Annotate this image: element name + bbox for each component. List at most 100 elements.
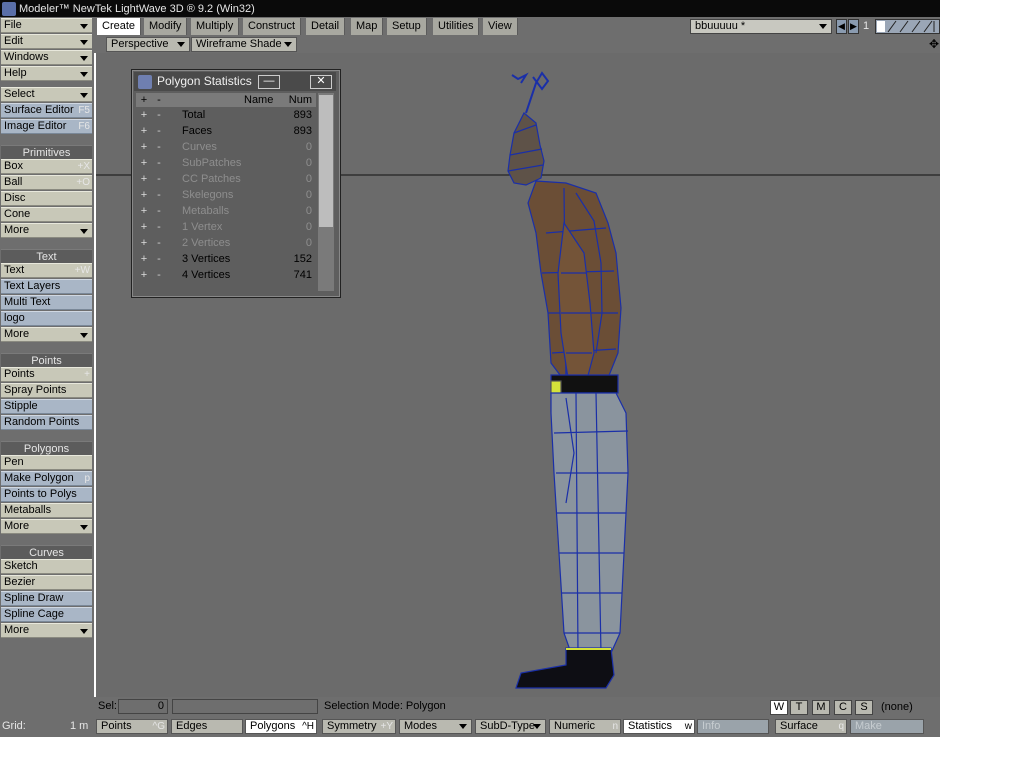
- edit-menu[interactable]: Edit: [1, 34, 92, 49]
- remove-selection-button[interactable]: -: [154, 235, 164, 251]
- primitives-more-menu[interactable]: More: [1, 223, 92, 238]
- tab-utilities[interactable]: Utilities: [433, 18, 480, 35]
- ball-tool-button[interactable]: Ball +O: [1, 175, 92, 190]
- object-select[interactable]: bbuuuuu *: [690, 19, 832, 34]
- add-selection-button[interactable]: +: [138, 203, 150, 219]
- cone-tool-button[interactable]: Cone: [1, 207, 92, 222]
- polygons-mode-button[interactable]: Polygons ^H: [245, 719, 317, 734]
- tab-multiply[interactable]: Multiply: [191, 18, 240, 35]
- remove-selection-button[interactable]: -: [154, 187, 164, 203]
- spline-cage-button[interactable]: Spline Cage: [1, 607, 92, 622]
- add-selection-button[interactable]: +: [138, 251, 150, 267]
- add-selection-button[interactable]: +: [138, 123, 150, 139]
- random-points-button[interactable]: Random Points: [1, 415, 92, 430]
- wtmcs-s-button[interactable]: S: [855, 700, 873, 715]
- select-menu[interactable]: Select: [1, 87, 92, 102]
- statistics-button[interactable]: Statistics w: [623, 719, 695, 734]
- primitives-header: Primitives: [1, 145, 92, 160]
- image-editor-button[interactable]: Image Editor F6: [1, 119, 92, 134]
- prev-layer-icon[interactable]: ◀: [836, 19, 847, 34]
- spray-points-button[interactable]: Spray Points: [1, 383, 92, 398]
- text-more-menu[interactable]: More: [1, 327, 92, 342]
- wtmcs-m-button[interactable]: M: [812, 700, 830, 715]
- remove-selection-button[interactable]: -: [154, 123, 164, 139]
- remove-selection-button[interactable]: -: [154, 219, 164, 235]
- remove-selection-button[interactable]: -: [154, 107, 164, 123]
- metaballs-button[interactable]: Metaballs: [1, 503, 92, 518]
- polygons-more-menu[interactable]: More: [1, 519, 92, 534]
- points-tool-button[interactable]: Points +: [1, 367, 92, 382]
- deselect-all-minus[interactable]: -: [154, 93, 164, 107]
- add-selection-button[interactable]: +: [138, 107, 150, 123]
- select-all-plus[interactable]: +: [138, 93, 150, 107]
- info-button[interactable]: Info: [697, 719, 769, 734]
- add-selection-button[interactable]: +: [138, 219, 150, 235]
- remove-selection-button[interactable]: -: [154, 251, 164, 267]
- chevron-down-icon: [80, 333, 88, 338]
- multi-text-button[interactable]: Multi Text: [1, 295, 92, 310]
- tab-setup[interactable]: Setup: [387, 18, 427, 35]
- remove-selection-button[interactable]: -: [154, 171, 164, 187]
- model-body: [507, 71, 629, 689]
- text-tool-button[interactable]: Text +W: [1, 263, 92, 278]
- tab-detail[interactable]: Detail: [306, 18, 346, 35]
- numeric-button[interactable]: Numeric n: [549, 719, 621, 734]
- tab-map[interactable]: Map: [351, 18, 384, 35]
- add-selection-button[interactable]: +: [138, 267, 150, 283]
- points-to-polys-button[interactable]: Points to Polys: [1, 487, 92, 502]
- close-icon[interactable]: ✕: [310, 75, 332, 89]
- layer-bank[interactable]: [875, 19, 940, 34]
- help-menu[interactable]: Help: [1, 66, 92, 81]
- minimize-icon[interactable]: —: [258, 75, 280, 89]
- file-menu[interactable]: File: [1, 18, 92, 33]
- text-layers-button[interactable]: Text Layers: [1, 279, 92, 294]
- symmetry-button[interactable]: Symmetry +Y: [322, 719, 396, 734]
- sketch-tool-button[interactable]: Sketch: [1, 559, 92, 574]
- wtmcs-w-button[interactable]: W: [770, 700, 788, 715]
- bezier-tool-button[interactable]: Bezier: [1, 575, 92, 590]
- add-selection-button[interactable]: +: [138, 235, 150, 251]
- add-selection-button[interactable]: +: [138, 155, 150, 171]
- next-layer-icon[interactable]: ▶: [848, 19, 859, 34]
- shading-select[interactable]: Wireframe Shade: [191, 37, 297, 52]
- add-selection-button[interactable]: +: [138, 139, 150, 155]
- name-column-header: Name: [244, 94, 274, 106]
- panel-title-bar[interactable]: Polygon Statistics — ✕: [134, 72, 336, 91]
- surface-editor-button[interactable]: Surface Editor F5: [1, 103, 92, 118]
- modes-dropdown[interactable]: Modes: [399, 719, 472, 734]
- make-button[interactable]: Make: [850, 719, 924, 734]
- logo-button[interactable]: logo: [1, 311, 92, 326]
- surface-button[interactable]: Surface q: [775, 719, 847, 734]
- polygon-statistics-panel[interactable]: Polygon Statistics — ✕ + - Name Num + - To…: [131, 69, 341, 298]
- table-row: + - SubPatches 0: [136, 155, 316, 171]
- tab-modify[interactable]: Modify: [144, 18, 188, 35]
- tab-view[interactable]: View: [483, 18, 518, 35]
- pen-tool-button[interactable]: Pen: [1, 455, 92, 470]
- curves-more-menu[interactable]: More: [1, 623, 92, 638]
- wtmcs-t-button[interactable]: T: [790, 700, 808, 715]
- remove-selection-button[interactable]: -: [154, 139, 164, 155]
- remove-selection-button[interactable]: -: [154, 155, 164, 171]
- scrollbar-thumb[interactable]: [319, 95, 333, 227]
- disc-tool-button[interactable]: Disc: [1, 191, 92, 206]
- windows-menu[interactable]: Windows: [1, 50, 92, 65]
- box-tool-button[interactable]: Box +X: [1, 159, 92, 174]
- projection-select[interactable]: Perspective: [106, 37, 190, 52]
- tab-create[interactable]: Create: [97, 18, 142, 35]
- remove-selection-button[interactable]: -: [154, 203, 164, 219]
- points-mode-button[interactable]: Points ^G: [96, 719, 168, 734]
- edges-mode-button[interactable]: Edges: [171, 719, 243, 734]
- panel-scrollbar[interactable]: [318, 93, 334, 291]
- subd-type-dropdown[interactable]: SubD-Type: [475, 719, 546, 734]
- move-view-icon[interactable]: ✥: [928, 37, 940, 52]
- stipple-button[interactable]: Stipple: [1, 399, 92, 414]
- title-bar: Modeler™ NewTek LightWave 3D ® 9.2 (Win3…: [0, 0, 940, 17]
- wtmcs-c-button[interactable]: C: [834, 700, 852, 715]
- make-polygon-button[interactable]: Make Polygon p: [1, 471, 92, 486]
- spline-draw-button[interactable]: Spline Draw: [1, 591, 92, 606]
- layer-slots-icon: [877, 20, 935, 33]
- remove-selection-button[interactable]: -: [154, 267, 164, 283]
- add-selection-button[interactable]: +: [138, 187, 150, 203]
- tab-construct[interactable]: Construct: [243, 18, 302, 35]
- add-selection-button[interactable]: +: [138, 171, 150, 187]
